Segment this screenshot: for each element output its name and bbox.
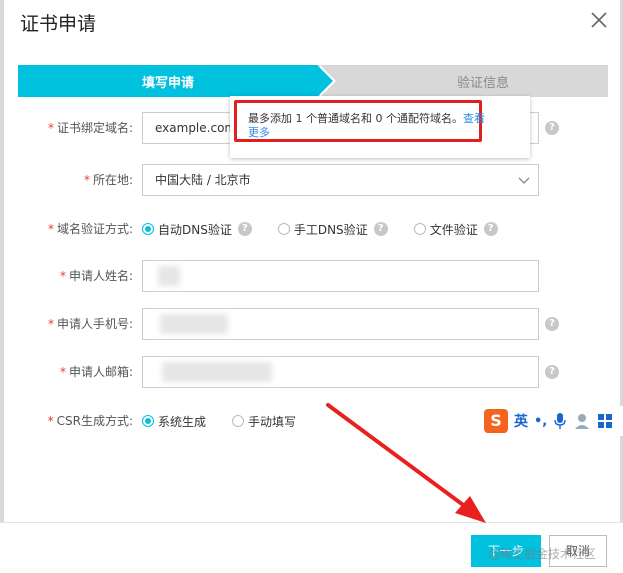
ime-toolbar: S 英 •, (480, 406, 623, 436)
ime-mode-label[interactable]: 英 (514, 411, 528, 431)
step-verify-info: 验证信息 (318, 65, 608, 97)
microphone-icon[interactable] (553, 412, 567, 430)
radio-manual-dns[interactable]: 手工DNS验证? (277, 221, 388, 238)
help-icon[interactable]: ? (483, 222, 498, 236)
view-more-link[interactable]: 更多 (248, 126, 270, 139)
step-progress: 填写申请 验证信息 (18, 65, 608, 97)
csr-method-radio-group: 系统生成 手动填写 (142, 405, 322, 437)
watermark: @稀土掘金技术社区 (488, 547, 597, 561)
help-icon[interactable]: ? (545, 121, 559, 135)
help-icon[interactable]: ? (373, 222, 388, 236)
verify-method-radio-group: 自动DNS验证? 手工DNS验证? 文件验证? (142, 213, 524, 245)
redacted-text (160, 314, 228, 334)
applicant-email-label: * 申请人邮箱: (59, 365, 133, 379)
close-icon[interactable] (587, 8, 611, 32)
applicant-name-input[interactable] (142, 260, 539, 292)
location-select[interactable]: 中国大陆 / 北京市 (142, 164, 539, 196)
applicant-phone-row: * 申请人手机号: ? (0, 308, 623, 340)
user-icon[interactable] (573, 412, 591, 430)
dialog-title: 证书申请 (20, 13, 97, 35)
csr-method-label: * CSR生成方式: (47, 414, 133, 428)
location-label: * 所在地: (83, 173, 133, 187)
verify-method-label: * 域名验证方式: (47, 222, 133, 236)
grid-menu-icon[interactable] (597, 413, 613, 429)
help-icon[interactable]: ? (237, 222, 252, 236)
help-icon[interactable]: ? (545, 365, 559, 379)
radio-auto-dns[interactable]: 自动DNS验证? (142, 221, 252, 238)
tooltip-text: 最多添加 1 个普通域名和 0 个通配符域名。查看 更多 (248, 112, 485, 139)
applicant-name-row: * 申请人姓名: (0, 260, 623, 292)
chevron-down-icon (518, 177, 530, 184)
location-row: * 所在地: 中国大陆 / 北京市 (0, 164, 623, 196)
radio-dot-selected (142, 223, 154, 235)
radio-dot (413, 223, 426, 235)
view-more-link[interactable]: 查看 (463, 112, 485, 125)
sogou-logo-icon[interactable]: S (484, 409, 508, 433)
redacted-text (158, 266, 180, 286)
radio-dot-selected (142, 415, 154, 427)
help-icon[interactable]: ? (545, 317, 559, 331)
applicant-name-label: * 申请人姓名: (59, 269, 133, 283)
applicant-email-row: * 申请人邮箱: ? (0, 356, 623, 388)
punctuation-icon[interactable]: •, (534, 414, 547, 429)
domain-label: * 证书绑定域名: (47, 121, 133, 135)
step-fill-application: 填写申请 (18, 65, 318, 97)
redacted-text (162, 362, 272, 382)
verify-method-row: * 域名验证方式: 自动DNS验证? 手工DNS验证? 文件验证? (0, 213, 623, 245)
radio-dot (232, 415, 245, 427)
applicant-phone-label: * 申请人手机号: (47, 317, 133, 331)
location-value: 中国大陆 / 北京市 (155, 173, 251, 187)
radio-manual-fill[interactable]: 手动填写 (232, 413, 296, 430)
step-arrow (317, 65, 333, 97)
radio-system-generate[interactable]: 系统生成 (142, 413, 206, 430)
radio-dot (277, 223, 290, 235)
radio-file[interactable]: 文件验证? (413, 221, 498, 238)
